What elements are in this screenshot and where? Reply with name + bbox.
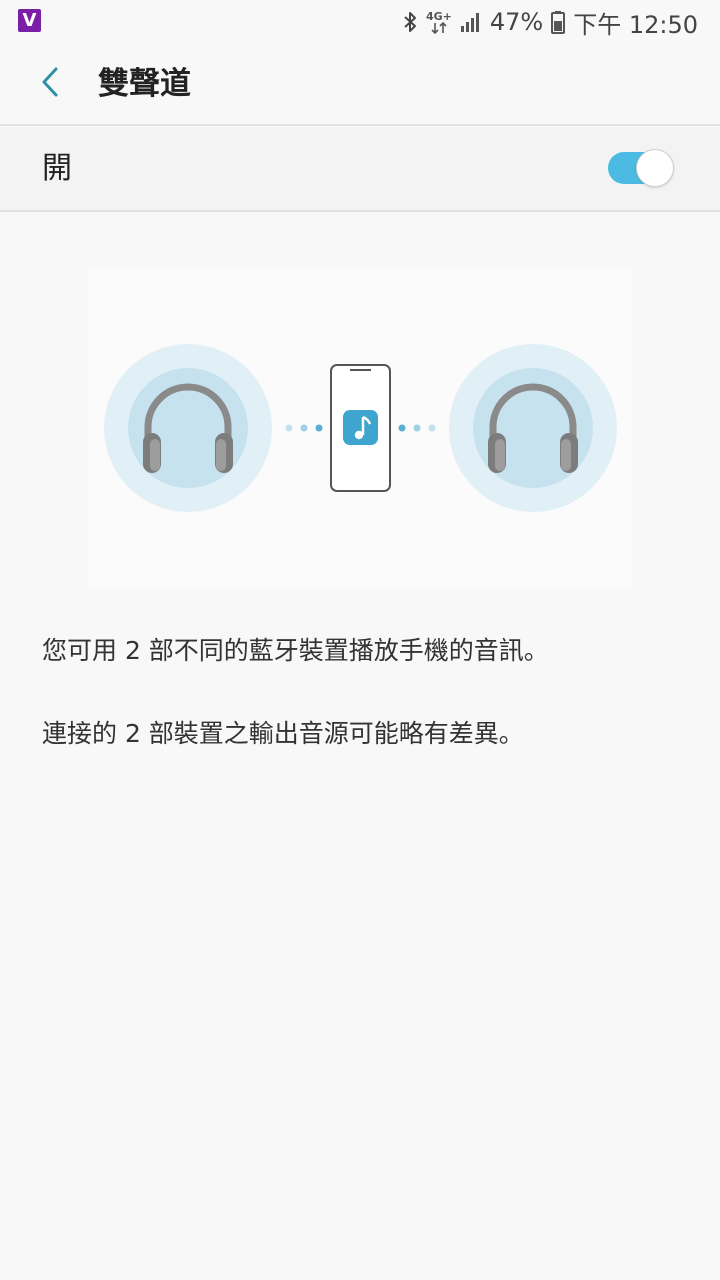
description-line-1: 您可用 2 部不同的藍牙裝置播放手機的音訊。 <box>42 636 549 665</box>
master-switch-row[interactable]: 開 <box>0 127 720 210</box>
connection-dots-left <box>285 424 323 432</box>
chevron-left-icon <box>40 66 60 102</box>
network-label: 4G+ <box>425 9 452 23</box>
headphones-icon <box>104 344 272 512</box>
divider <box>0 210 720 212</box>
app-badge-icon: V <box>18 9 41 32</box>
divider <box>0 124 720 126</box>
illustration <box>88 267 632 589</box>
page-title: 雙聲道 <box>98 66 191 102</box>
bluetooth-icon <box>402 10 418 34</box>
music-note-icon <box>343 410 378 445</box>
signal-icon <box>460 11 482 33</box>
status-bar: V 4G+ 47% 下午 12:50 <box>0 0 720 44</box>
connection-dots-right <box>398 424 436 432</box>
toggle-thumb <box>636 149 674 187</box>
battery-percent: 47% <box>489 8 544 36</box>
status-icons: 4G+ 47% 下午 12:50 <box>402 6 698 39</box>
headphones-icon <box>449 344 617 512</box>
description-line-2: 連接的 2 部裝置之輸出音源可能略有差異。 <box>42 719 524 748</box>
battery-icon <box>551 10 566 34</box>
switch-label: 開 <box>42 151 72 186</box>
app-bar: 雙聲道 <box>0 44 720 124</box>
clock: 下午 12:50 <box>573 10 698 39</box>
back-button[interactable] <box>28 62 72 106</box>
dual-audio-toggle[interactable] <box>607 149 674 187</box>
network-4g-icon: 4G+ <box>426 11 452 34</box>
